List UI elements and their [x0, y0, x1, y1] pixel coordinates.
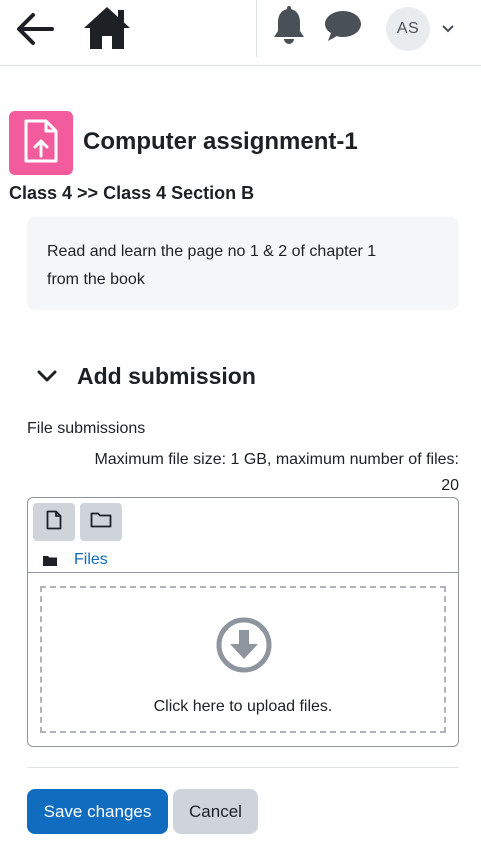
- assignment-activity-icon: [9, 111, 73, 175]
- bell-icon: [272, 5, 306, 51]
- file-submissions-label: File submissions: [27, 420, 146, 437]
- arrow-left-icon: [15, 12, 55, 51]
- files-path-link[interactable]: Files: [74, 551, 108, 569]
- create-folder-button[interactable]: [80, 503, 122, 541]
- description-line-1: Read and learn the page no 1 & 2 of chap…: [47, 243, 377, 260]
- file-limits-text: Maximum file size: 1 GB, maximum number …: [27, 447, 459, 499]
- nav-divider: [256, 0, 257, 57]
- notifications-button[interactable]: [268, 5, 310, 51]
- file-dropzone[interactable]: Click here to upload files.: [40, 586, 446, 733]
- folder-icon: [43, 553, 57, 567]
- file-manager: Files Click here to upload files.: [27, 497, 459, 747]
- breadcrumb: Class 4 >> Class 4 Section B: [9, 183, 255, 203]
- user-menu[interactable]: AS: [386, 7, 466, 51]
- top-navbar: AS: [0, 0, 481, 66]
- chevron-down-icon: [34, 363, 60, 389]
- activity-description: Read and learn the page no 1 & 2 of chap…: [27, 217, 459, 310]
- folder-icon: [90, 511, 112, 533]
- avatar[interactable]: AS: [386, 7, 430, 51]
- add-file-button[interactable]: [33, 503, 75, 541]
- back-button[interactable]: [12, 8, 58, 54]
- section-title: Add submission: [77, 362, 256, 389]
- messages-button[interactable]: [320, 6, 366, 50]
- file-limits-line-1: Maximum file size: 1 GB, maximum number …: [94, 451, 459, 468]
- file-manager-toolbar: [33, 503, 127, 541]
- add-submission-section-toggle[interactable]: Add submission: [34, 356, 256, 396]
- form-divider: [27, 767, 459, 768]
- upload-instruction: Click here to upload files.: [153, 698, 333, 715]
- save-changes-button[interactable]: Save changes: [27, 789, 168, 834]
- chat-bubble-icon: [323, 9, 363, 48]
- home-button[interactable]: [80, 5, 134, 55]
- file-icon: [46, 510, 62, 535]
- download-arrow-icon: [215, 616, 273, 674]
- file-manager-divider: [28, 572, 458, 573]
- cancel-button[interactable]: Cancel: [173, 789, 258, 834]
- file-upload-icon: [23, 118, 59, 169]
- file-limits-line-2: 20: [441, 477, 459, 494]
- home-icon: [82, 5, 132, 56]
- chevron-down-icon: [441, 22, 455, 36]
- page-title: Computer assignment-1: [83, 128, 358, 155]
- file-path: Files: [43, 549, 108, 571]
- description-line-2: from the book: [47, 271, 145, 288]
